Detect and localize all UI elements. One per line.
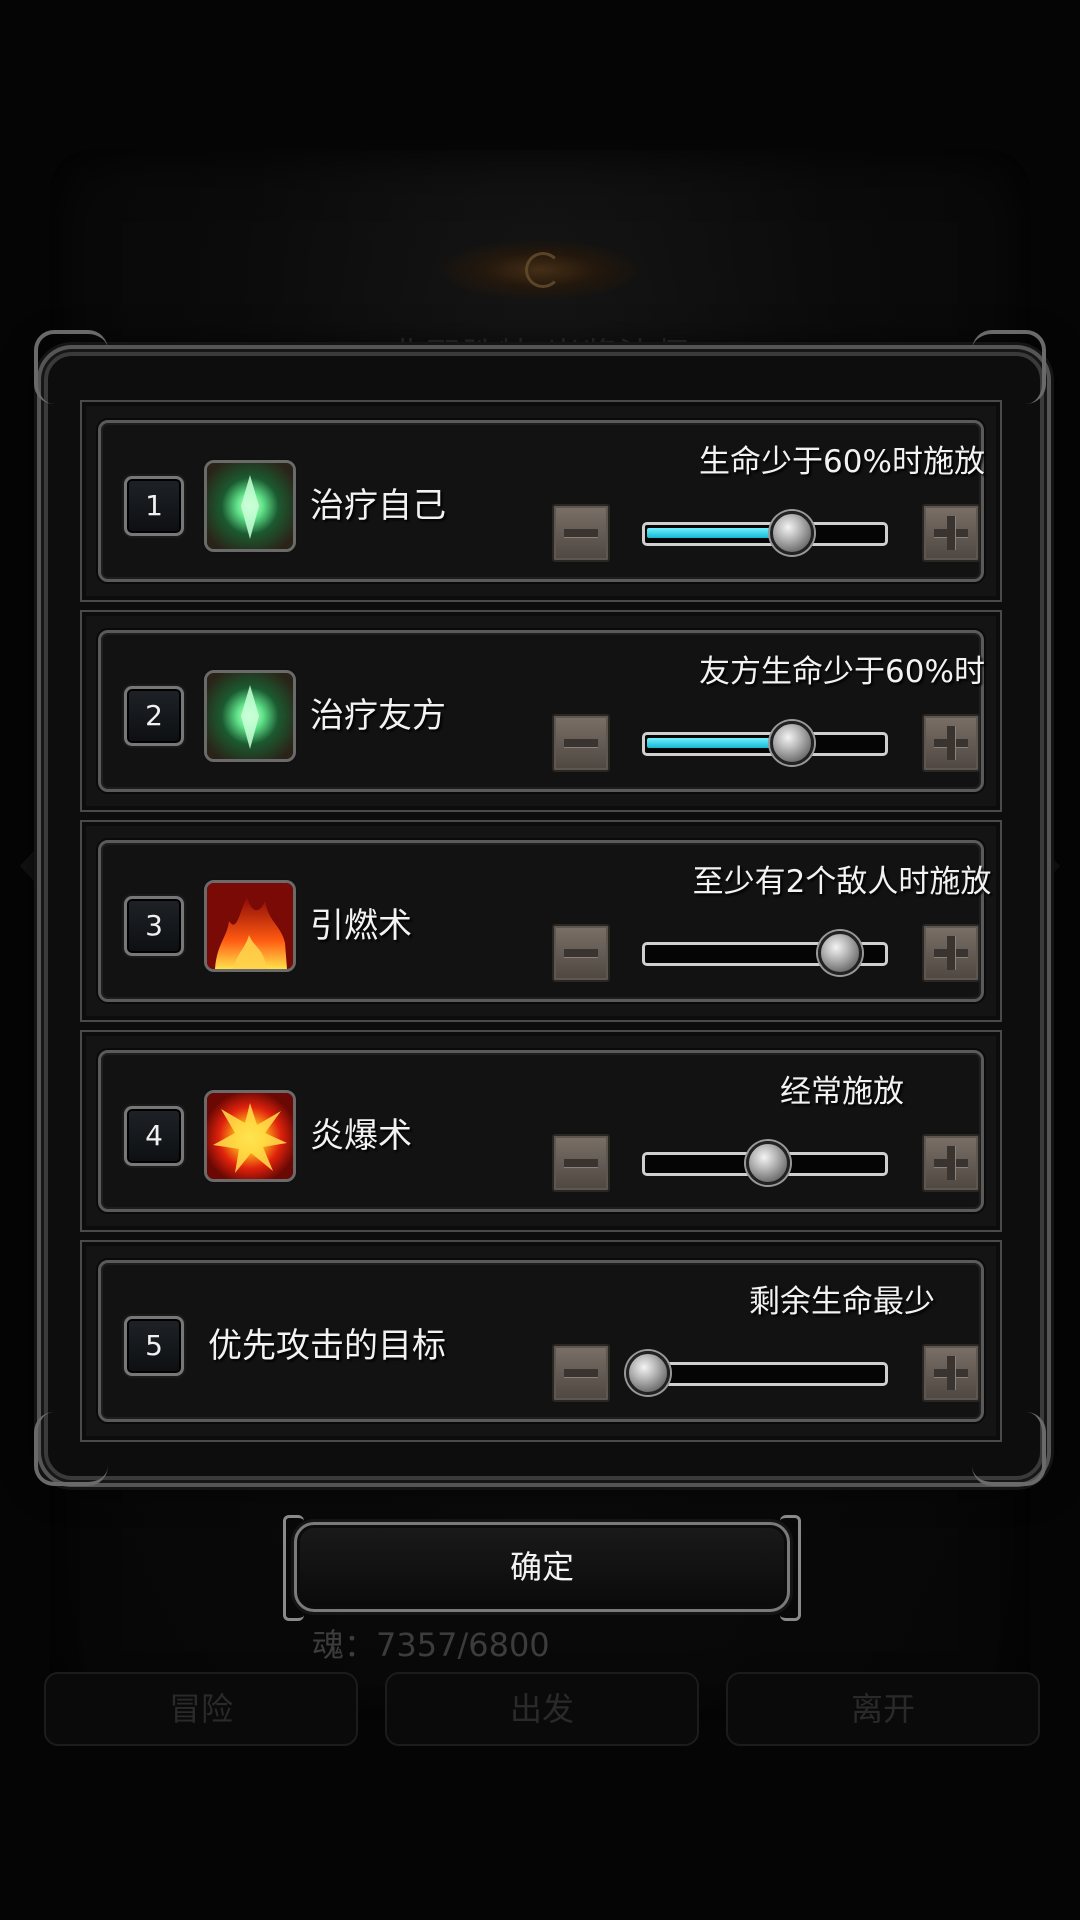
- slider-knob[interactable]: [818, 931, 862, 975]
- condition-slider[interactable]: [642, 511, 888, 555]
- frame-corner: [972, 330, 1046, 404]
- cast-condition: 生命少于60%时施放: [699, 444, 985, 480]
- cast-condition: 友方生命少于60%时: [699, 654, 985, 690]
- condition-slider[interactable]: [642, 721, 888, 765]
- plus-button[interactable]: [922, 714, 980, 772]
- plus-button[interactable]: [922, 504, 980, 562]
- slider-knob[interactable]: [626, 1351, 670, 1395]
- plus-button[interactable]: [922, 1134, 980, 1192]
- skill-number: 4: [124, 1106, 184, 1166]
- slider-knob[interactable]: [770, 721, 814, 765]
- minus-button[interactable]: [552, 1134, 610, 1192]
- skill-row-5: 5 优先攻击的目标 剩余生命最少: [80, 1240, 1002, 1442]
- skill-name: 引燃术: [310, 906, 412, 946]
- plus-button[interactable]: [922, 1344, 980, 1402]
- moon-emblem-icon: [440, 240, 640, 300]
- skill-name: 治疗友方: [310, 696, 446, 736]
- minus-button[interactable]: [552, 714, 610, 772]
- skill-name: 炎爆术: [310, 1116, 412, 1156]
- skill-row-2: 2 治疗友方 友方生命少于60%时: [80, 610, 1002, 812]
- cast-condition: 剩余生命最少: [749, 1284, 935, 1320]
- skill-row-3: 3 引燃术 至少有2个敌人时施放: [80, 820, 1002, 1022]
- explosion-icon: [204, 1090, 296, 1182]
- confirm-button[interactable]: 确定: [283, 1515, 801, 1621]
- slider-knob[interactable]: [770, 511, 814, 555]
- slider-fill: [647, 528, 789, 538]
- skill-number: 1: [124, 476, 184, 536]
- minus-button[interactable]: [552, 504, 610, 562]
- target-priority-label: 优先攻击的目标: [208, 1326, 446, 1366]
- skill-number: 2: [124, 686, 184, 746]
- fire-icon: [204, 880, 296, 972]
- depart-button: 出发: [385, 1672, 699, 1746]
- left-arrow-icon: [20, 840, 44, 892]
- cast-condition: 经常施放: [780, 1074, 904, 1110]
- adventure-button: 冒险: [44, 1672, 358, 1746]
- condition-slider[interactable]: [642, 931, 888, 975]
- slider-fill: [647, 738, 789, 748]
- plus-button[interactable]: [922, 924, 980, 982]
- condition-slider[interactable]: [626, 1351, 888, 1395]
- slider-knob[interactable]: [746, 1141, 790, 1185]
- soul-counter: 魂：7357/6800: [312, 1626, 550, 1664]
- frame-corner: [34, 330, 108, 404]
- heal-crystal-icon: [204, 460, 296, 552]
- heal-crystal-icon: [204, 670, 296, 762]
- skill-name: 治疗自己: [310, 486, 446, 526]
- skill-row-1: 1 治疗自己 生命少于60%时施放: [80, 400, 1002, 602]
- skill-number: 5: [124, 1316, 184, 1376]
- minus-button[interactable]: [552, 1344, 610, 1402]
- minus-button[interactable]: [552, 924, 610, 982]
- condition-slider[interactable]: [642, 1141, 888, 1185]
- skill-number: 3: [124, 896, 184, 956]
- leave-button: 离开: [726, 1672, 1040, 1746]
- skill-row-4: 4 炎爆术 经常施放: [80, 1030, 1002, 1232]
- cast-condition: 至少有2个敌人时施放: [692, 864, 992, 900]
